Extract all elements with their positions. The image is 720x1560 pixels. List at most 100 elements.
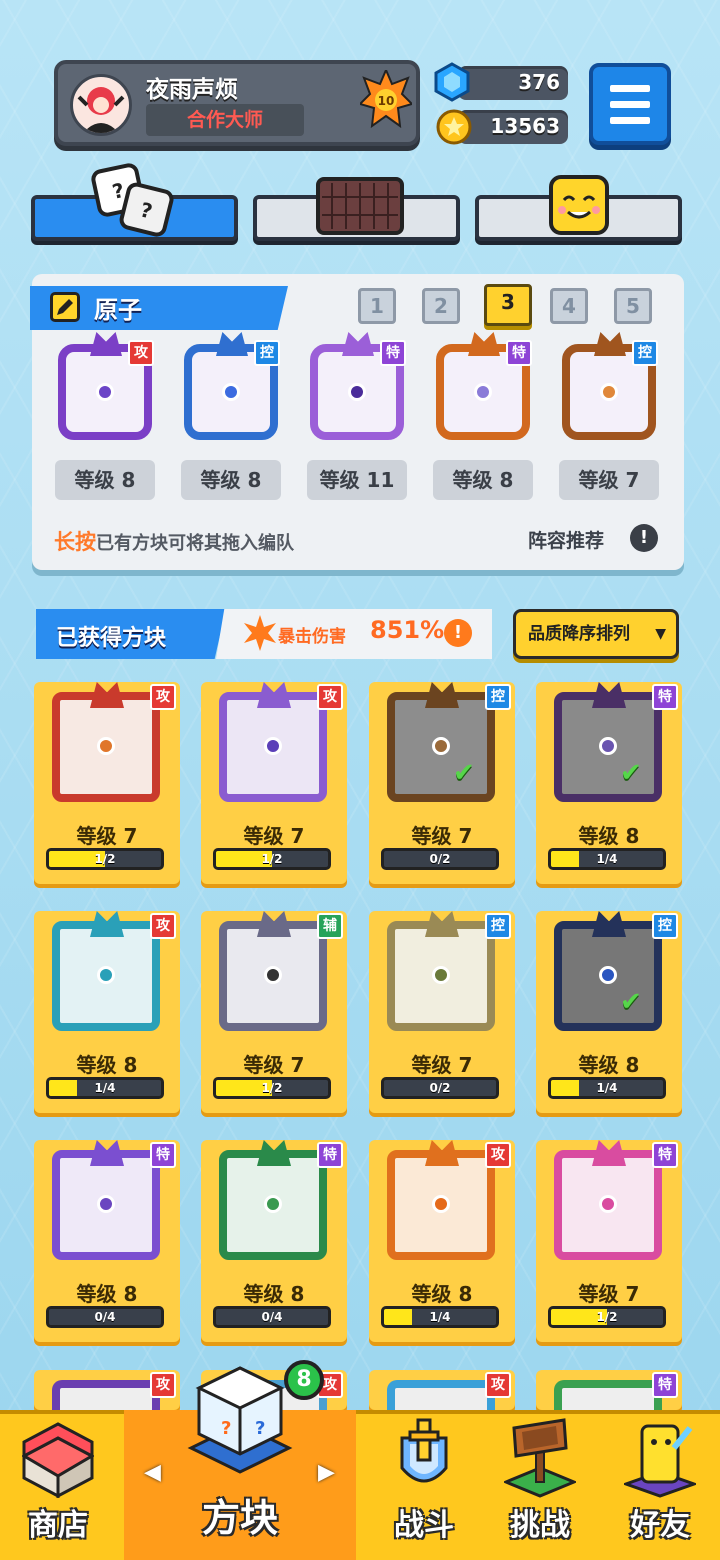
block-level: 等级 8 — [76, 1282, 138, 1306]
player-name: 夜雨声烦 — [146, 77, 238, 103]
nav-friends-label: 好友 — [630, 1508, 690, 1543]
block-core-icon — [599, 1195, 617, 1213]
block-core-icon — [96, 383, 114, 401]
player-title: 合作大师 — [146, 104, 304, 136]
block-level: 等级 8 — [243, 1282, 305, 1306]
block-card[interactable]: 特 等级 7 1/2 — [536, 1140, 682, 1342]
sort-dropdown[interactable]: 品质降序排列 ▼ — [513, 609, 679, 659]
progress-text: 1/4 — [596, 852, 618, 866]
block-card[interactable]: 攻 等级 8 1/4 — [34, 911, 180, 1113]
block-card[interactable]: 攻 等级 8 1/4 — [369, 1140, 515, 1342]
menu-button[interactable] — [589, 63, 671, 145]
block-card[interactable]: 特 — [536, 1370, 682, 1410]
friend-character-icon — [621, 1418, 699, 1498]
block-type-tag: 控 — [632, 340, 658, 366]
block-card[interactable]: 攻 等级 7 1/2 — [34, 682, 180, 884]
sort-label: 品质降序排列 — [528, 624, 630, 644]
blocks-badge: 8 — [284, 1360, 324, 1400]
block-level: 等级 7 — [411, 1053, 473, 1077]
block-core-icon — [599, 966, 617, 984]
block-frame — [554, 1380, 662, 1410]
block-type-tag: 攻 — [150, 913, 176, 939]
next-arrow-icon[interactable]: ▶ — [318, 1460, 335, 1485]
crit-label: 暴击伤害 — [278, 627, 346, 647]
nav-blocks[interactable]: ?? 8 方块 — [124, 1360, 356, 1560]
dragon-crest-icon — [592, 1140, 626, 1166]
block-card[interactable]: 控 等级 7 0/2 — [369, 911, 515, 1113]
dragon-crest-icon — [90, 332, 122, 356]
progress-text: 1/4 — [94, 1081, 116, 1095]
gem-count: 376 — [518, 70, 560, 94]
deck-block-level: 等级 8 — [433, 460, 533, 500]
upgrade-progress-bar: 1/4 — [381, 1306, 499, 1328]
menu-icon-line — [610, 101, 650, 108]
block-card[interactable]: 特 等级 8 0/4 — [201, 1140, 347, 1342]
deck-slot-5[interactable]: 5 — [614, 288, 652, 324]
block-chest-icon: ?? — [185, 1364, 295, 1474]
block-card[interactable]: 控 ✔ 等级 7 0/2 — [369, 682, 515, 884]
nav-challenge[interactable]: 挑战 — [482, 1410, 598, 1560]
nav-battle-label: 战斗 — [394, 1508, 454, 1543]
block-type-tag: 特 — [652, 1142, 678, 1168]
block-card[interactable]: 攻 — [369, 1370, 515, 1410]
prev-arrow-icon[interactable]: ◀ — [144, 1460, 161, 1485]
gem-icon — [434, 62, 470, 102]
deck-block-level: 等级 7 — [559, 460, 659, 500]
level-badge-number: 10 — [378, 94, 395, 108]
block-level: 等级 7 — [578, 1282, 640, 1306]
block-card[interactable]: 特 等级 8 0/4 — [34, 1140, 180, 1342]
block-card[interactable]: 控 ✔ 等级 8 1/4 — [536, 911, 682, 1113]
block-card[interactable]: 特 ✔ 等级 8 1/4 — [536, 682, 682, 884]
deck-block[interactable]: 特 — [430, 332, 538, 444]
info-icon[interactable]: ! — [630, 524, 658, 552]
block-type-tag: 特 — [506, 340, 532, 366]
deck-slot-1[interactable]: 1 — [358, 288, 396, 324]
lineup-recommend-label[interactable]: 阵容推荐 — [528, 526, 604, 553]
nav-battle[interactable]: 战斗 — [364, 1410, 484, 1560]
shop-icon — [20, 1418, 96, 1499]
nav-shop[interactable]: 商店 — [0, 1410, 116, 1560]
block-type-tag: 攻 — [150, 684, 176, 710]
avatar[interactable] — [70, 74, 132, 136]
block-core-icon — [599, 737, 617, 755]
deck-slot-3[interactable]: 3 — [484, 284, 532, 326]
nav-shop-label: 商店 — [28, 1508, 88, 1543]
deck-block[interactable]: 控 — [178, 332, 286, 444]
hint-text: 已有方块可将其拖入编队 — [96, 533, 294, 554]
block-core-icon — [264, 966, 282, 984]
deck-block-level: 等级 11 — [307, 460, 407, 500]
svg-text:?: ? — [221, 1418, 231, 1439]
block-type-tag: 攻 — [128, 340, 154, 366]
deck-panel: 原子 1 2 3 4 5 攻等级 8 控等级 8 特等级 11 特等级 8 控等… — [30, 274, 684, 570]
progress-text: 1/4 — [596, 1081, 618, 1095]
deck-block-level: 等级 8 — [55, 460, 155, 500]
deck-slot-2[interactable]: 2 — [422, 288, 460, 324]
block-core-icon — [432, 737, 450, 755]
edit-pencil-icon[interactable] — [50, 292, 80, 322]
coin-counter: 13563 — [458, 110, 568, 144]
upgrade-progress-bar: 1/2 — [213, 1077, 331, 1099]
profile-card[interactable]: 夜雨声烦 合作大师 10 — [54, 60, 420, 146]
block-card[interactable]: 辅 等级 7 1/2 — [201, 911, 347, 1113]
block-card[interactable]: 攻 等级 7 1/2 — [201, 682, 347, 884]
coin-count: 13563 — [490, 114, 560, 138]
upgrade-progress-bar: 1/2 — [213, 848, 331, 870]
nav-friends[interactable]: 好友 — [600, 1410, 720, 1560]
block-type-tag: 特 — [380, 340, 406, 366]
drag-hint: 长按已有方块可将其拖入编队 — [54, 526, 294, 556]
dragon-crest-icon — [592, 682, 626, 708]
block-type-tag: 控 — [485, 913, 511, 939]
grid-board-icon — [316, 177, 404, 235]
block-core-icon — [348, 383, 366, 401]
deck-block[interactable]: 控 — [556, 332, 664, 444]
deck-block[interactable]: 特 — [304, 332, 412, 444]
svg-text:?: ? — [255, 1418, 265, 1439]
block-card[interactable]: 攻 — [34, 1370, 180, 1410]
progress-text: 1/4 — [429, 1310, 451, 1324]
crit-info-icon[interactable]: ! — [444, 619, 472, 647]
deck-slot-4[interactable]: 4 — [550, 288, 588, 324]
block-type-tag: 控 — [254, 340, 280, 366]
dragon-crest-icon — [90, 911, 124, 937]
deck-block[interactable]: 攻 — [52, 332, 160, 444]
dragon-crest-icon — [468, 332, 500, 356]
